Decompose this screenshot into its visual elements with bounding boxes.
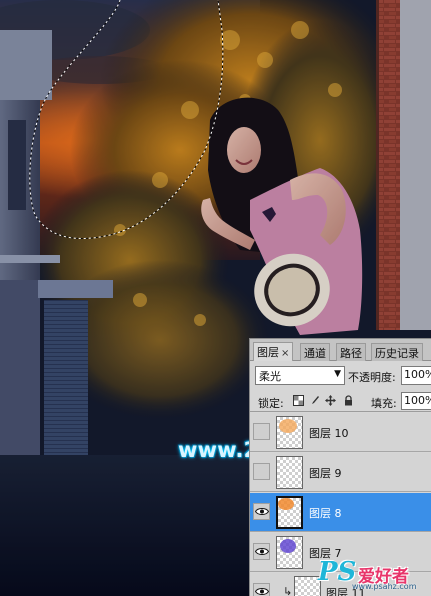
layer-name[interactable]: 图层 9 bbox=[309, 465, 342, 481]
layer-thumbnail bbox=[276, 416, 303, 449]
layer-row-9[interactable]: 图层 9 bbox=[250, 453, 431, 492]
tab-paths[interactable]: 路径 bbox=[336, 343, 366, 361]
padlock-icon[interactable] bbox=[343, 395, 354, 406]
eye-icon bbox=[255, 508, 269, 515]
blend-mode-value: 柔光 bbox=[259, 370, 281, 383]
logo-url-text: www.psahz.com bbox=[352, 582, 417, 591]
orange-blob-thumbnail bbox=[279, 419, 297, 433]
fill-label: 填充: bbox=[371, 397, 397, 410]
lock-label: 锁定: bbox=[258, 397, 284, 410]
tab-channels-label: 通道 bbox=[304, 347, 326, 360]
blend-row: 柔光 ▼ 不透明度: 100% bbox=[250, 363, 431, 387]
lock-row: 锁定: 填充: 100% bbox=[250, 390, 431, 412]
opacity-input[interactable]: 100% bbox=[401, 366, 431, 385]
layer-name[interactable]: 图层 8 bbox=[309, 505, 342, 521]
chevron-down-icon: ▼ bbox=[334, 369, 341, 379]
layer-thumbnail bbox=[276, 496, 303, 529]
close-icon[interactable]: × bbox=[281, 348, 289, 359]
visibility-toggle[interactable] bbox=[253, 583, 270, 596]
visibility-toggle[interactable] bbox=[253, 543, 270, 560]
lock-transparent-icon[interactable] bbox=[293, 395, 304, 406]
purple-blob-thumbnail bbox=[280, 539, 296, 553]
fill-input[interactable]: 100% bbox=[401, 392, 431, 410]
opacity-label: 不透明度: bbox=[348, 371, 396, 384]
tab-history-label: 历史记录 bbox=[375, 347, 419, 360]
tab-layers-label: 图层 bbox=[257, 346, 279, 359]
move-icon[interactable] bbox=[325, 395, 336, 406]
logo-ps-text: PS bbox=[318, 557, 357, 587]
tab-layers[interactable]: 图层 × bbox=[253, 342, 294, 361]
layer-row-10[interactable]: 图层 10 bbox=[250, 413, 431, 452]
tab-paths-label: 路径 bbox=[340, 347, 362, 360]
site-logo: PS 爱好者 www.psahz.com bbox=[318, 557, 431, 591]
brush-icon[interactable] bbox=[309, 395, 320, 406]
layer-row-8[interactable]: 图层 8 bbox=[250, 493, 431, 532]
visibility-toggle[interactable] bbox=[253, 423, 270, 440]
visibility-toggle[interactable] bbox=[253, 463, 270, 480]
orange-blob-thumbnail bbox=[278, 498, 294, 510]
blend-mode-select[interactable]: 柔光 ▼ bbox=[255, 366, 345, 385]
layer-thumbnail bbox=[276, 536, 303, 569]
tab-history[interactable]: 历史记录 bbox=[371, 343, 423, 361]
layer-thumbnail bbox=[276, 456, 303, 489]
tab-channels[interactable]: 通道 bbox=[300, 343, 330, 361]
layer-name[interactable]: 图层 10 bbox=[309, 425, 349, 441]
eye-icon bbox=[255, 548, 269, 555]
visibility-toggle[interactable] bbox=[253, 503, 270, 520]
clip-arrow-icon: ↳ bbox=[283, 585, 293, 596]
eye-icon bbox=[255, 588, 269, 595]
panel-tab-bar: 图层 × 通道 路径 历史记录 bbox=[250, 339, 431, 361]
layer-thumbnail bbox=[294, 576, 321, 596]
